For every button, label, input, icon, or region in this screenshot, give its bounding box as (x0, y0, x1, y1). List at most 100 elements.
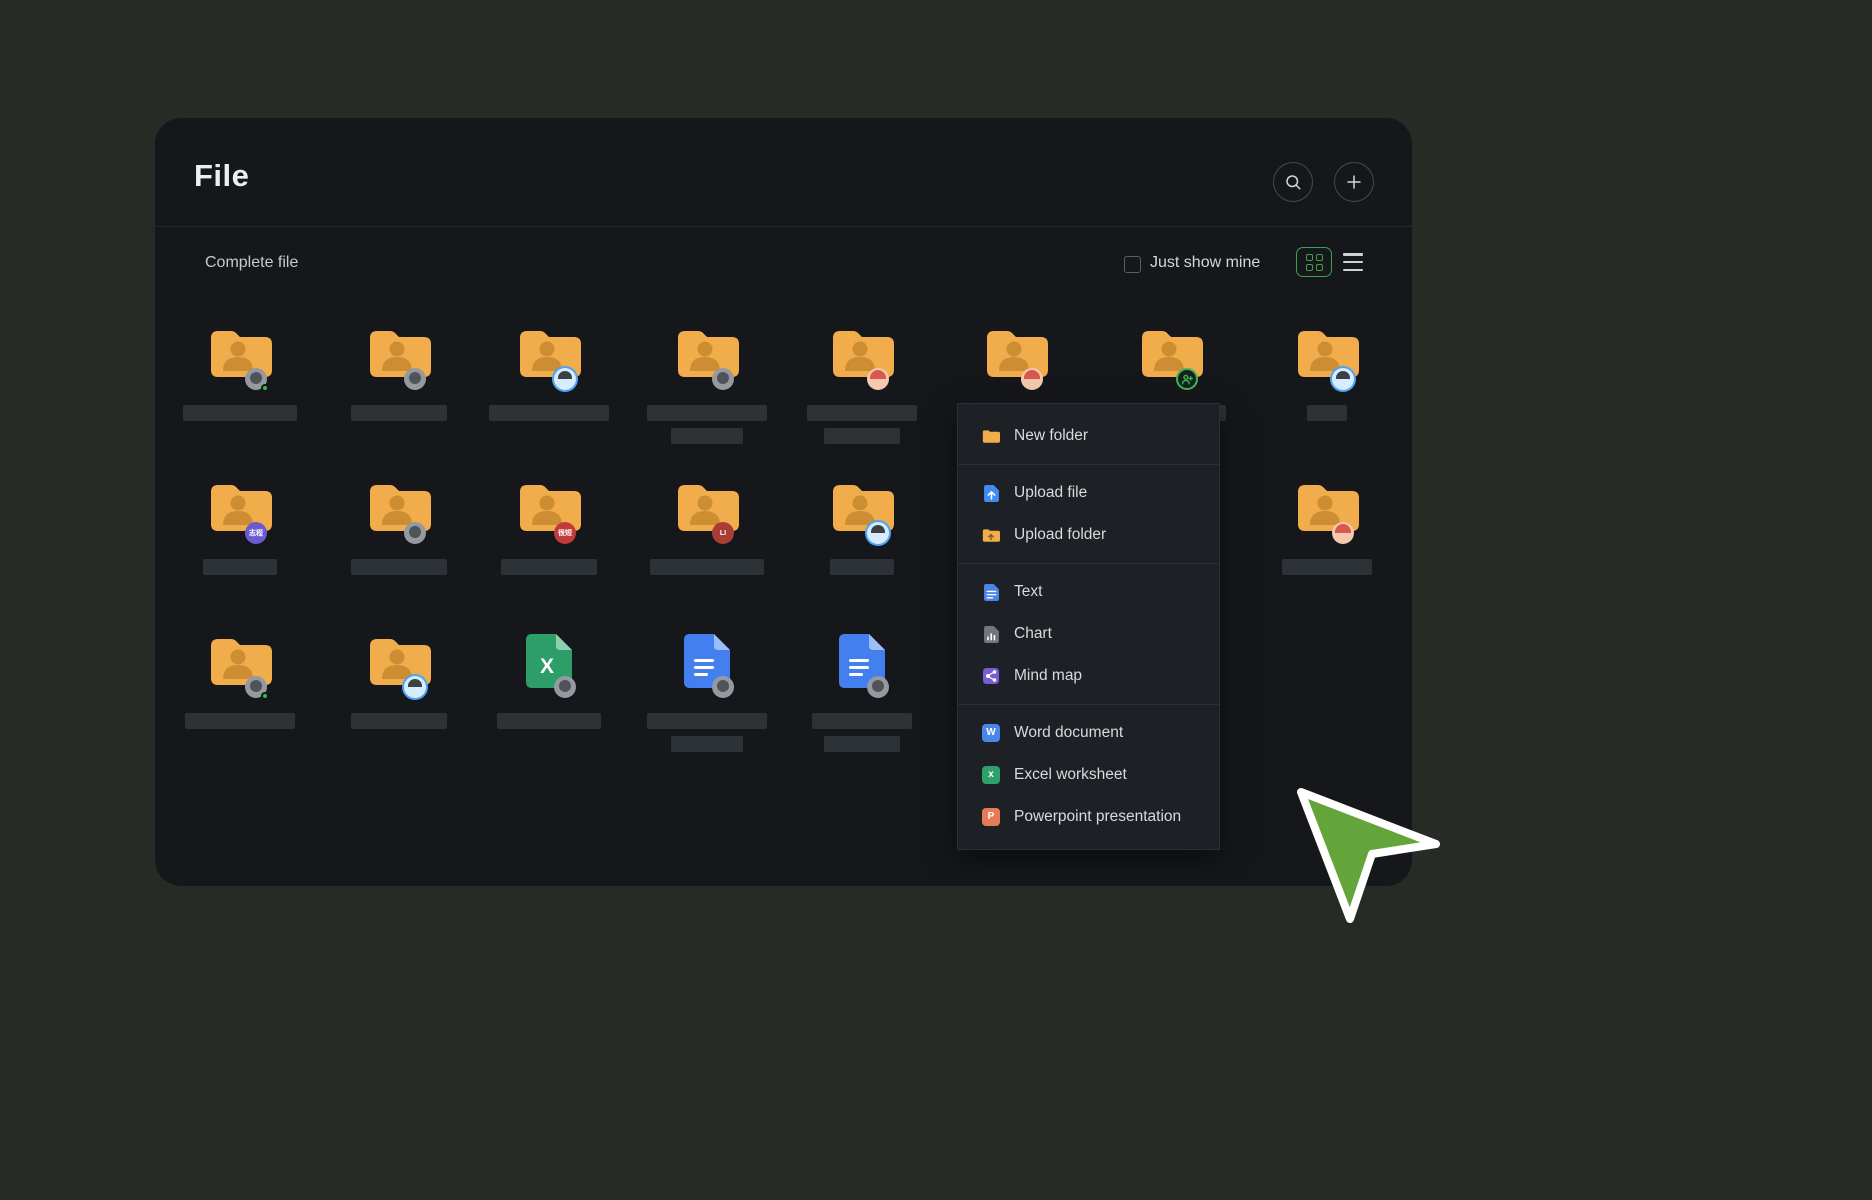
file-tile[interactable]: X (489, 634, 609, 729)
menu-item-label: Powerpoint presentation (1014, 808, 1181, 826)
file-name-placeholder (830, 559, 894, 575)
menu-item-upload-file[interactable]: Upload file (958, 472, 1219, 514)
file-tile[interactable] (647, 634, 767, 752)
list-view-button[interactable] (1343, 253, 1363, 271)
online-status-dot (261, 384, 269, 392)
file-name-placeholder (671, 736, 743, 752)
member-avatar: LI (712, 522, 734, 544)
file-name-placeholder (185, 713, 295, 729)
file-tile[interactable] (647, 326, 767, 444)
add-button[interactable] (1334, 162, 1374, 202)
shared-folder-icon (830, 480, 894, 536)
file-tile[interactable] (339, 480, 459, 575)
file-tile[interactable]: LI (647, 480, 767, 575)
file-tile[interactable]: 很短 (489, 480, 609, 575)
file-name-placeholder (647, 405, 767, 421)
file-tile[interactable] (1267, 480, 1387, 575)
section-label: Complete file (205, 254, 298, 272)
file-name-placeholder (824, 428, 900, 444)
file-name-placeholder (497, 713, 601, 729)
word-icon: W (982, 724, 1000, 742)
menu-item-text[interactable]: Text (958, 571, 1219, 613)
menu-item-label: Upload folder (1014, 526, 1106, 544)
shared-member-icon (1176, 368, 1198, 390)
ppt-icon: P (982, 808, 1000, 826)
grid-view-button[interactable] (1296, 247, 1332, 277)
menu-group: W Word document xExcel worksheet P Powerpoin… (958, 704, 1219, 845)
menu-item-word-document[interactable]: W Word document (958, 712, 1219, 754)
file-tile[interactable] (802, 634, 922, 752)
shared-folder-icon (1295, 326, 1359, 382)
file-name-placeholder (183, 405, 297, 421)
member-avatar (867, 522, 889, 544)
menu-item-label: Upload file (1014, 484, 1087, 502)
shared-folder-icon (367, 480, 431, 536)
file-name-placeholder (489, 405, 609, 421)
menu-item-new-folder[interactable]: New folder (958, 415, 1219, 457)
menu-item-label: Word document (1014, 724, 1123, 742)
member-avatar (554, 676, 576, 698)
file-tile[interactable] (802, 326, 922, 444)
file-name-placeholder (650, 559, 764, 575)
shared-folder-icon (208, 326, 272, 382)
just-show-mine-label[interactable]: Just show mine (1150, 254, 1260, 272)
member-avatar (1021, 368, 1043, 390)
menu-group: Text Chart Mind map (958, 563, 1219, 704)
cursor-arrow (1295, 785, 1445, 930)
menu-item-powerpoint-presentation[interactable]: P Powerpoint presentation (958, 796, 1219, 838)
shared-folder-icon: 志程 (208, 480, 272, 536)
member-avatar (404, 522, 426, 544)
member-avatar: 很短 (554, 522, 576, 544)
folder-icon (982, 427, 1000, 445)
menu-item-chart[interactable]: Chart (958, 613, 1219, 655)
file-name-placeholder (647, 713, 767, 729)
excel-file-icon: X (517, 634, 581, 690)
file-tile[interactable] (802, 480, 922, 575)
file-tile[interactable] (339, 326, 459, 421)
file-tile[interactable] (489, 326, 609, 421)
online-status-dot (261, 692, 269, 700)
file-name-placeholder (1282, 559, 1372, 575)
document-file-icon (830, 634, 894, 690)
file-name-placeholder (807, 405, 917, 421)
text-icon (982, 583, 1000, 601)
file-name-placeholder (351, 713, 447, 729)
search-button[interactable] (1273, 162, 1313, 202)
member-avatar (1332, 522, 1354, 544)
member-avatar (712, 676, 734, 698)
file-tile[interactable] (180, 326, 300, 421)
menu-group: Upload file Upload folder (958, 464, 1219, 563)
menu-item-upload-folder[interactable]: Upload folder (958, 514, 1219, 556)
member-avatar (404, 676, 426, 698)
just-show-mine-checkbox[interactable] (1124, 256, 1141, 273)
file-name-placeholder (351, 405, 447, 421)
file-name-placeholder (351, 559, 447, 575)
file-tile[interactable] (180, 634, 300, 729)
shared-folder-icon (984, 326, 1048, 382)
file-tile[interactable] (339, 634, 459, 729)
document-file-icon (675, 634, 739, 690)
svg-text:X: X (540, 655, 554, 678)
menu-group: New folder (958, 408, 1219, 464)
member-avatar (1332, 368, 1354, 390)
shared-folder-icon (517, 326, 581, 382)
member-avatar (245, 368, 267, 390)
shared-folder-icon (1295, 480, 1359, 536)
file-name-placeholder (501, 559, 597, 575)
menu-item-label: Mind map (1014, 667, 1082, 685)
file-tile[interactable]: 志程 (180, 480, 300, 575)
member-avatar (245, 676, 267, 698)
member-avatar (554, 368, 576, 390)
shared-folder-icon (1139, 326, 1203, 382)
menu-item-label: Text (1014, 583, 1042, 601)
shared-folder-icon (367, 326, 431, 382)
menu-item-label: Chart (1014, 625, 1052, 643)
mindmap-icon (982, 667, 1000, 685)
menu-item-mind-map[interactable]: Mind map (958, 655, 1219, 697)
file-name-placeholder (824, 736, 900, 752)
file-tile[interactable] (1267, 326, 1387, 421)
menu-item-excel-worksheet[interactable]: xExcel worksheet (958, 754, 1219, 796)
shared-folder-icon (830, 326, 894, 382)
file-name-placeholder (812, 713, 912, 729)
file-name-placeholder (671, 428, 743, 444)
